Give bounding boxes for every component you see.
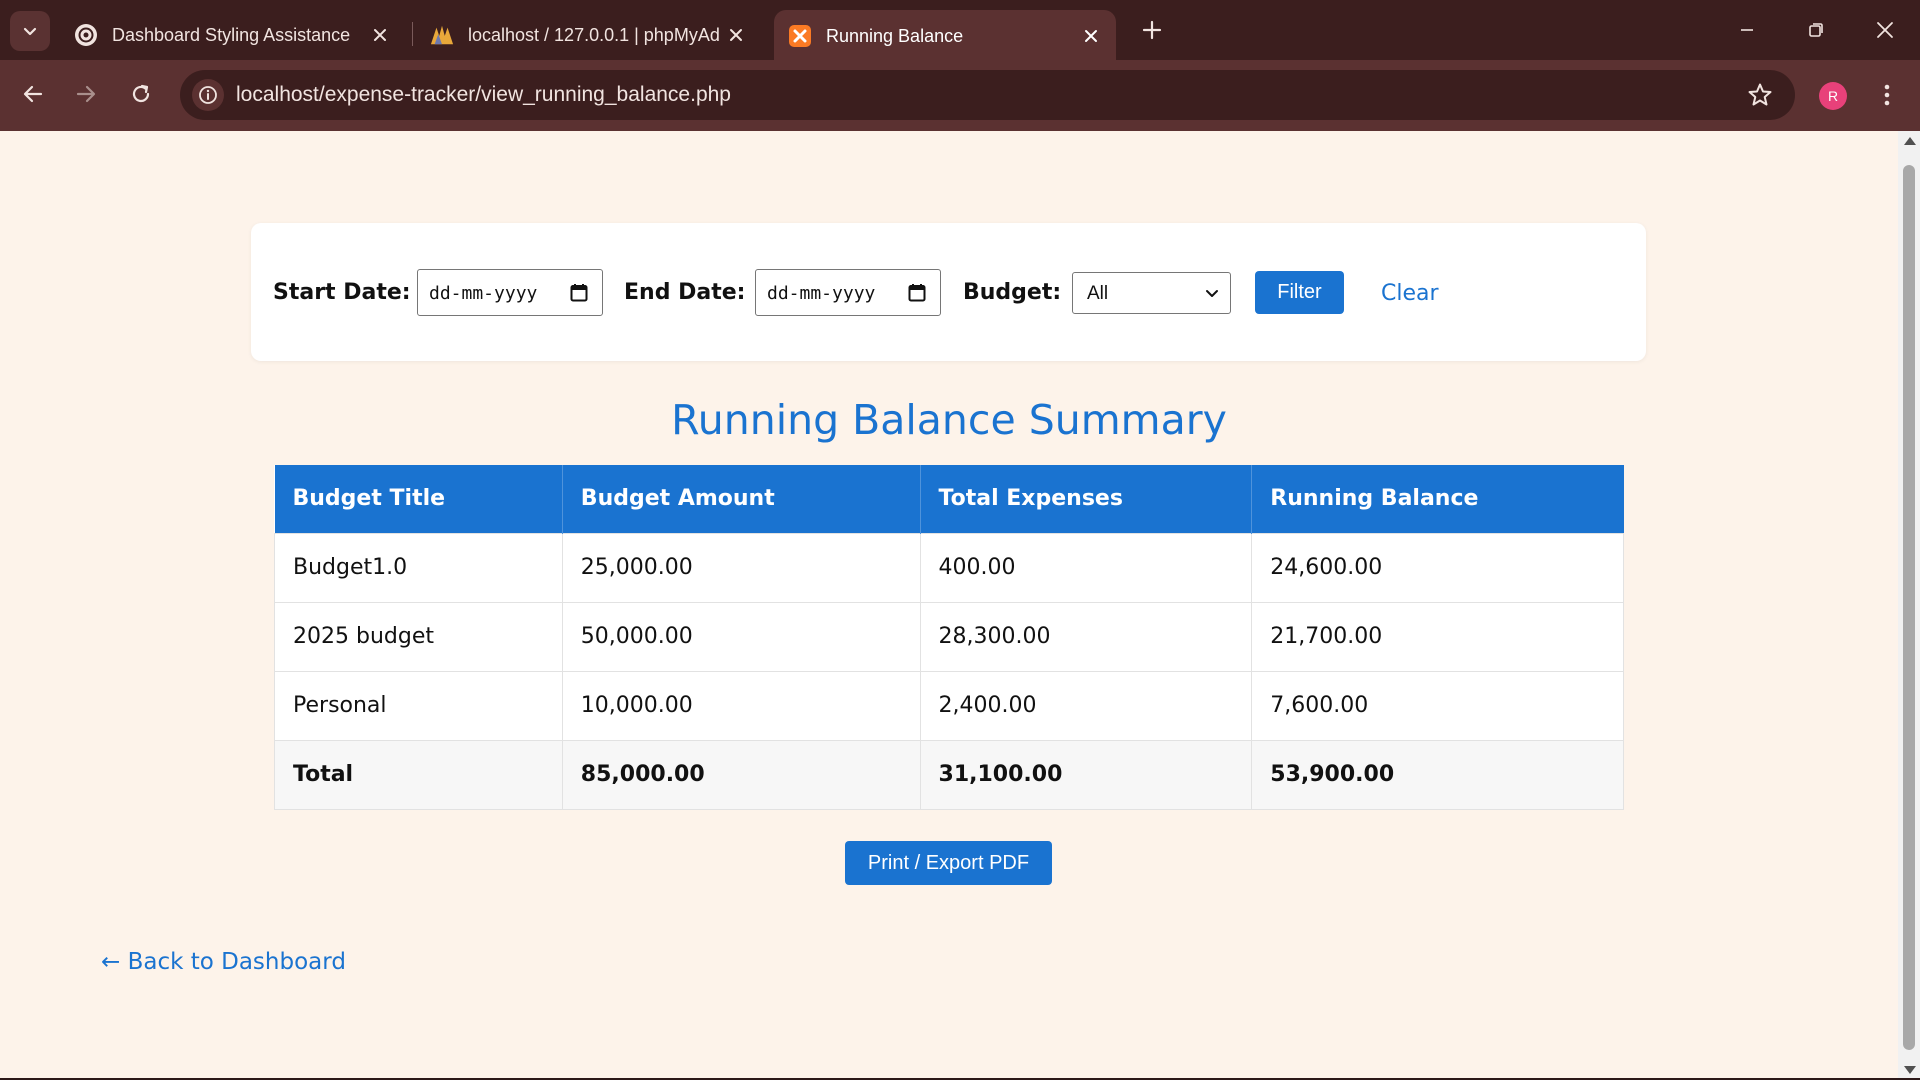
start-date-placeholder: dd-mm-yyyy [429,283,538,304]
budget-title-cell: Budget1.0 [274,532,563,603]
back-button[interactable] [13,74,53,114]
tab-dashboard-styling[interactable]: Dashboard Styling Assistance [60,10,405,60]
close-icon [1877,22,1893,38]
end-date-placeholder: dd-mm-yyyy [767,283,876,304]
restore-button[interactable] [1796,10,1836,50]
table-header-row: Budget Title Budget Amount Total Expense… [274,465,1624,533]
calendar-icon[interactable] [570,283,588,302]
url-text: localhost/expense-tracker/view_running_b… [236,83,731,106]
budget-title-cell: 2025 budget [274,601,563,672]
budget-amount-cell: 25,000.00 [561,532,921,603]
browser-toolbar: localhost/expense-tracker/view_running_b… [0,60,1920,131]
chevron-down-icon [1206,290,1218,297]
total-expenses-cell: 2,400.00 [919,670,1253,741]
running-balance-table: Budget Title Budget Amount Total Expense… [274,465,1624,810]
budget-title-cell: Personal [274,670,563,741]
print-export-pdf-button[interactable]: Print / Export PDF [845,841,1052,885]
plus-icon [1142,20,1162,40]
table-total-row: Total 85,000.00 31,100.00 53,900.00 [274,739,1624,810]
clear-link[interactable]: Clear [1381,281,1439,306]
total-budget-amount-cell: 85,000.00 [561,739,921,810]
close-window-button[interactable] [1865,10,1905,50]
openai-icon [74,23,98,47]
star-icon[interactable] [1747,82,1773,108]
budget-label: Budget: [963,280,1062,305]
reload-icon [132,84,150,103]
budget-select[interactable]: All [1072,272,1231,314]
browser-menu-button[interactable] [1872,80,1902,110]
table-row: Personal 10,000.00 2,400.00 7,600.00 [274,670,1624,741]
phpmyadmin-icon [430,23,454,47]
column-header-running-balance: Running Balance [1251,465,1624,533]
tab-separator [412,22,413,46]
reload-button[interactable] [121,74,161,114]
filter-panel: Start Date: dd-mm-yyyy End Date: dd-mm-y… [251,223,1646,361]
restore-icon [1809,23,1823,37]
start-date-label: Start Date: [273,280,411,305]
arrow-right-icon [76,85,96,103]
total-running-balance-cell: 53,900.00 [1251,739,1624,810]
total-expenses-cell: 28,300.00 [919,601,1253,672]
tab-title: Running Balance [826,25,964,46]
profile-avatar[interactable]: R [1819,82,1847,110]
tab-title: Dashboard Styling Assistance [112,24,351,45]
running-balance-cell: 24,600.00 [1251,532,1624,603]
table-row: 2025 budget 50,000.00 28,300.00 21,700.0… [274,601,1624,672]
total-label-cell: Total [274,739,563,810]
close-icon[interactable] [367,22,393,48]
column-header-budget-title: Budget Title [274,465,563,533]
start-date-input[interactable]: dd-mm-yyyy [417,269,603,316]
scroll-down-arrow-icon[interactable] [1904,1066,1916,1074]
vertical-scrollbar[interactable] [1898,131,1920,1080]
budget-amount-cell: 50,000.00 [561,601,921,672]
forward-button[interactable] [66,74,106,114]
end-date-label: End Date: [624,280,746,305]
total-expenses-sum-cell: 31,100.00 [919,739,1253,810]
new-tab-button[interactable] [1136,14,1168,46]
tab-running-balance[interactable]: Running Balance [774,10,1116,62]
close-icon[interactable] [1078,23,1104,49]
running-balance-cell: 7,600.00 [1251,670,1624,741]
tab-title: localhost / 127.0.0.1 | phpMyAd [468,24,720,45]
running-balance-cell: 21,700.00 [1251,601,1624,672]
more-vertical-icon [1884,84,1890,106]
calendar-icon[interactable] [908,283,926,302]
tab-strip: Dashboard Styling Assistance localhost /… [0,0,1920,62]
column-header-budget-amount: Budget Amount [562,465,921,533]
table-row: Budget1.0 25,000.00 400.00 24,600.00 [274,532,1624,603]
scroll-up-arrow-icon[interactable] [1904,137,1916,145]
tab-phpmyadmin[interactable]: localhost / 127.0.0.1 | phpMyAd [416,10,761,60]
back-to-dashboard-link[interactable]: ← Back to Dashboard [101,949,346,975]
filter-button[interactable]: Filter [1255,271,1344,314]
minimize-icon [1741,29,1753,31]
minimize-button[interactable] [1727,10,1767,50]
total-expenses-cell: 400.00 [919,532,1253,603]
address-bar[interactable]: localhost/expense-tracker/view_running_b… [180,70,1795,120]
end-date-input[interactable]: dd-mm-yyyy [755,269,941,316]
tab-search-button[interactable] [10,11,50,51]
xampp-icon [788,24,812,48]
budget-amount-cell: 10,000.00 [561,670,921,741]
scrollbar-thumb[interactable] [1903,165,1915,1050]
site-info-icon[interactable] [192,79,224,111]
budget-select-value: All [1087,283,1109,304]
close-icon[interactable] [723,22,749,48]
chevron-down-icon [23,27,37,36]
column-header-total-expenses: Total Expenses [920,465,1253,533]
arrow-left-icon [23,85,43,103]
page-title: Running Balance Summary [671,396,1227,444]
